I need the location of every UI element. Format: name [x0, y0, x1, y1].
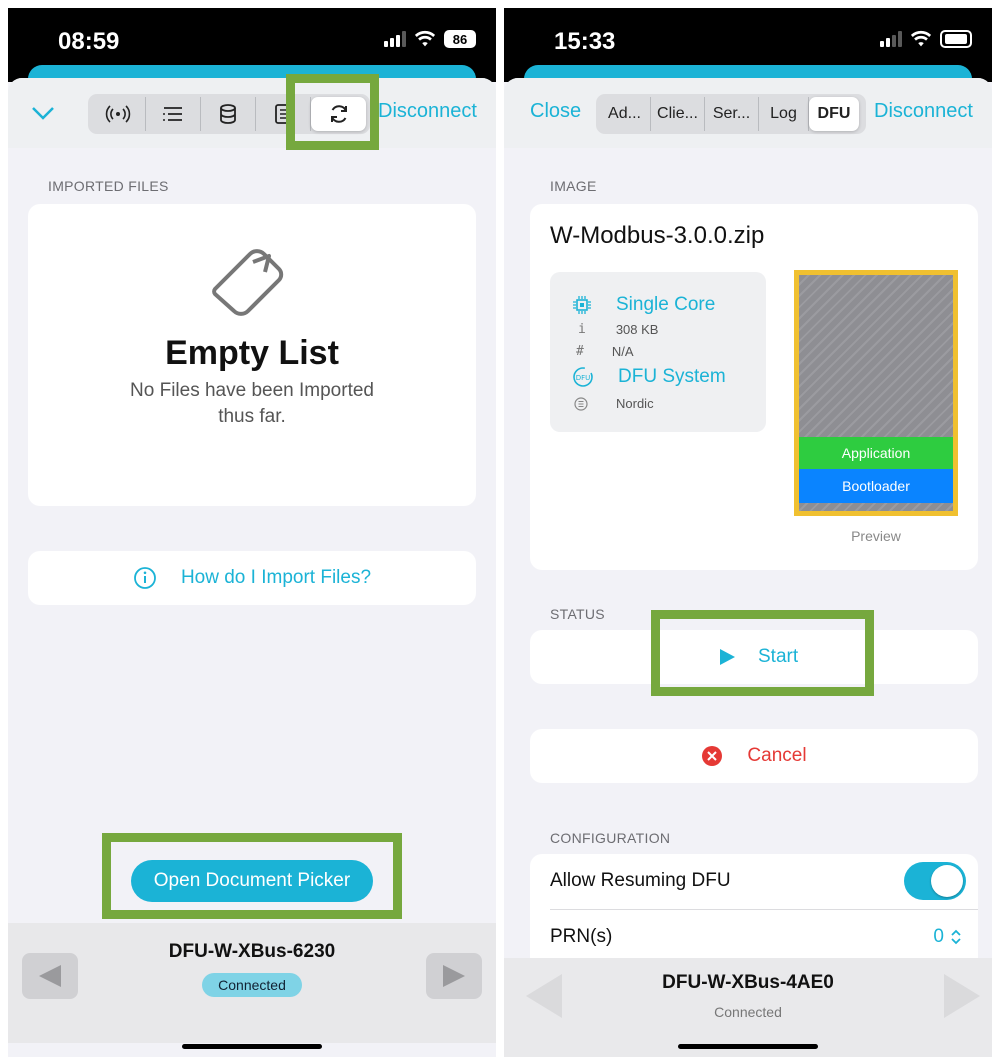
- tab-advertising[interactable]: [91, 97, 146, 131]
- next-device-button[interactable]: [426, 953, 482, 999]
- empty-list-title: Empty List: [165, 334, 339, 372]
- triangle-right-icon: [443, 965, 465, 987]
- allow-resuming-toggle[interactable]: [904, 862, 966, 900]
- file-picker-sheet: Disconnect IMPORTED FILES Empty List No …: [8, 78, 496, 1057]
- image-info-panel: Single Core i 308 KB # N/A DFU DFU Syste…: [550, 272, 766, 432]
- device-toolbar: DFU-W-XBus-4AE0 Connected: [504, 958, 992, 1057]
- file-name: W-Modbus-3.0.0.zip: [550, 222, 765, 249]
- empty-list-subtitle-line-2: thus far.: [218, 406, 286, 427]
- tab-client[interactable]: Clie...: [651, 97, 705, 131]
- configuration-section-label: CONFIGURATION: [550, 830, 671, 846]
- cancel-label: Cancel: [747, 745, 807, 766]
- play-icon: [720, 649, 735, 665]
- vendor-name: Nordic: [616, 396, 654, 411]
- image-size: 308 KB: [615, 322, 659, 337]
- triangle-right-icon: [944, 974, 980, 1018]
- empty-document-icon: [212, 249, 284, 316]
- dfu-sheet: Close Ad... Clie... Ser... Log DFU Disco…: [504, 78, 992, 1057]
- cellular-signal-icon: [384, 31, 406, 47]
- device-name: DFU-W-XBus-4AE0: [662, 972, 834, 993]
- close-button[interactable]: Close: [530, 100, 581, 123]
- cpu-chip-icon: [573, 296, 591, 314]
- how-to-import-label: How do I Import Files?: [180, 567, 372, 588]
- chevron-up-down-icon: [951, 929, 961, 945]
- right-phone-screen: 15:33 Close Ad... Clie... Ser... Log DFU…: [504, 8, 992, 1057]
- tab-segmented-control: Ad... Clie... Ser... Log DFU: [596, 94, 866, 134]
- highlight-box: [286, 74, 379, 150]
- preview-application-segment: Application: [799, 437, 953, 469]
- configuration-card: Allow Resuming DFU PRN(s) 0: [530, 854, 978, 964]
- cellular-signal-icon: [880, 31, 902, 47]
- wifi-icon: [910, 30, 932, 47]
- home-indicator: [678, 1044, 818, 1049]
- cancel-x-icon: [702, 746, 723, 766]
- device-name: DFU-W-XBus-6230: [168, 941, 336, 962]
- imported-files-label: IMPORTED FILES: [48, 178, 169, 194]
- home-indicator: [182, 1044, 322, 1049]
- connection-status: Connected: [714, 1004, 782, 1020]
- device-toolbar: DFU-W-XBus-6230 Connected: [8, 923, 496, 1043]
- tab-server[interactable]: [201, 97, 256, 131]
- tab-log[interactable]: Log: [759, 97, 809, 131]
- allow-resuming-label: Allow Resuming DFU: [550, 870, 731, 891]
- empty-list-card: Empty List No Files have been Imported t…: [28, 204, 476, 506]
- connection-status-badge: Connected: [202, 973, 302, 997]
- empty-list-subtitle-line-1: No Files have been Imported: [130, 380, 374, 401]
- status-time: 08:59: [58, 28, 120, 55]
- nav-bar: Close Ad... Clie... Ser... Log DFU Disco…: [504, 78, 992, 148]
- left-phone-screen: 08:59 86 Disconnect IMPORTED FILES Empty…: [8, 8, 496, 1057]
- cancel-button[interactable]: Cancel: [530, 729, 978, 783]
- status-time: 15:33: [554, 28, 616, 55]
- dfu-badge-icon: DFU: [573, 367, 593, 387]
- start-button[interactable]: Start: [718, 641, 798, 673]
- dfu-system: DFU System: [618, 366, 726, 387]
- prn-stepper[interactable]: 0: [933, 926, 962, 948]
- battery-icon: [940, 30, 972, 48]
- preview-label: Preview: [851, 528, 901, 544]
- vendor-icon: [574, 396, 588, 411]
- hash-icon: #: [576, 344, 584, 359]
- database-icon: [220, 104, 236, 124]
- disconnect-button[interactable]: Disconnect: [874, 100, 973, 123]
- list-icon: [163, 107, 182, 121]
- image-section-label: IMAGE: [550, 178, 597, 194]
- image-card: W-Modbus-3.0.0.zip Single Core i 308 KB …: [530, 204, 978, 570]
- tab-advertising[interactable]: Ad...: [599, 97, 651, 131]
- battery-level: 86: [444, 30, 476, 48]
- tab-dfu[interactable]: DFU: [809, 97, 859, 131]
- info-icon: [134, 567, 156, 589]
- status-section-label: STATUS: [550, 606, 605, 622]
- tab-client[interactable]: [146, 97, 201, 131]
- svg-text:DFU: DFU: [576, 374, 591, 382]
- prn-label: PRN(s): [550, 926, 613, 947]
- prn-value: 0: [933, 926, 944, 947]
- start-label: Start: [758, 646, 799, 667]
- tab-server[interactable]: Ser...: [705, 97, 759, 131]
- info-icon: i: [578, 322, 586, 337]
- open-document-picker-button[interactable]: Open Document Picker: [131, 860, 373, 902]
- preview-bootloader-segment: Bootloader: [799, 469, 953, 503]
- disconnect-button[interactable]: Disconnect: [378, 100, 477, 123]
- wifi-icon: [414, 30, 436, 47]
- next-device-button[interactable]: [940, 972, 984, 1025]
- image-hash: N/A: [611, 344, 634, 359]
- nav-bar: Disconnect: [8, 78, 496, 148]
- core-type: Single Core: [616, 294, 716, 315]
- antenna-icon: [105, 105, 131, 123]
- chevron-down-icon[interactable]: [30, 104, 56, 122]
- image-preview: Application Bootloader: [794, 270, 958, 516]
- how-to-import-button[interactable]: How do I Import Files?: [28, 551, 476, 605]
